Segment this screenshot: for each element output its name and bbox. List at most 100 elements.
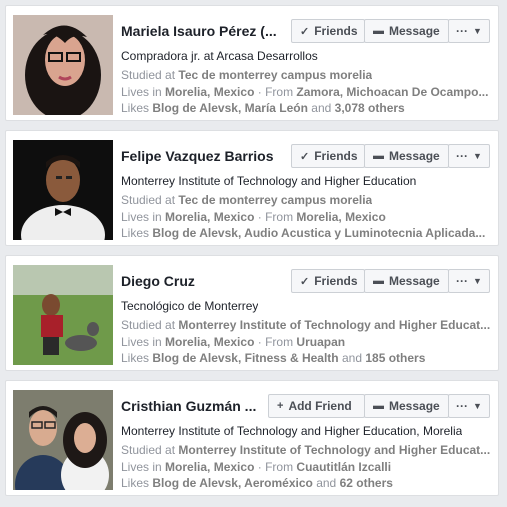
studied-prefix: Studied at [121,68,179,82]
likes-and: and [307,101,335,115]
message-icon: ▬ [373,25,384,37]
city-link[interactable]: Morelia, Mexico [165,335,254,349]
avatar[interactable] [13,15,113,115]
city-link[interactable]: Morelia, Mexico [165,460,254,474]
studied-prefix: Studied at [121,193,179,207]
school-link[interactable]: Monterrey Institute of Technology and Hi… [178,318,490,332]
lives-prefix: Lives in [121,335,166,349]
likes-pages[interactable]: Blog de Alevsk, Fitness & Health [152,351,338,365]
likes-prefix: Likes [121,476,153,490]
message-button[interactable]: ▬ Message [364,269,449,293]
work-line: Monterrey Institute of Technology and Hi… [121,174,417,188]
avatar[interactable] [13,390,113,490]
more-options-button[interactable]: ··· ▼ [448,19,490,43]
friends-button-label: Friends [314,24,358,38]
friend-card: Diego Cruz ✓ Friends ▬ Message ··· ▼ Tec… [5,255,499,371]
likes-prefix: Likes [121,351,153,365]
hometown-link[interactable]: Cuautitlán Izcalli [296,460,391,474]
more-dots-icon: ··· [456,149,469,163]
friend-name[interactable]: Diego Cruz [121,273,195,289]
lives-line: Lives in Morelia, Mexico · From Uruapan [121,334,345,350]
friends-button[interactable]: ✓ Friends [291,19,365,43]
more-dots-icon: ··· [456,24,469,38]
city-link[interactable]: Morelia, Mexico [165,85,254,99]
add-friend-button[interactable]: + Add Friend [268,394,365,418]
friends-button-label: Friends [314,274,358,288]
message-button[interactable]: ▬ Message [364,19,449,43]
add-friend-icon: + [277,400,284,412]
likes-line: Likes Blog de Alevsk, María León and 3,0… [121,100,405,116]
more-dots-icon: ··· [456,274,469,288]
lives-prefix: Lives in [121,460,166,474]
more-options-button[interactable]: ··· ▼ [448,269,490,293]
add-friend-button-label: Add Friend [288,399,352,413]
more-options-button[interactable]: ··· ▼ [448,394,490,418]
friend-name[interactable]: Felipe Vazquez Barrios [121,148,274,164]
friend-card: Felipe Vazquez Barrios ✓ Friends ▬ Messa… [5,130,499,246]
school-link[interactable]: Monterrey Institute of Technology and Hi… [178,443,490,457]
lives-line: Lives in Morelia, Mexico · From Cuautitl… [121,459,391,475]
friends-button[interactable]: ✓ Friends [291,269,365,293]
action-buttons: + Add Friend ▬ Message ··· ▼ [268,394,490,418]
likes-count[interactable]: 185 others [365,351,425,365]
message-button-label: Message [389,149,440,163]
friends-button-label: Friends [314,149,358,163]
message-button-label: Message [389,24,440,38]
friend-card: Mariela Isauro Pérez (... ✓ Friends ▬ Me… [5,5,499,121]
more-options-button[interactable]: ··· ▼ [448,144,490,168]
from-prefix: · From [254,460,297,474]
studied-line: Studied at Tec de monterrey campus morel… [121,192,372,208]
from-prefix: · From [254,335,297,349]
hometown-link[interactable]: Uruapan [296,335,345,349]
lives-line: Lives in Morelia, Mexico · From Zamora, … [121,84,488,100]
school-link[interactable]: Tec de monterrey campus morelia [178,68,372,82]
check-icon: ✓ [300,150,310,163]
likes-line: Likes Blog de Alevsk, Audio Acustica y L… [121,225,485,241]
message-button[interactable]: ▬ Message [364,394,449,418]
from-prefix: · From [254,210,297,224]
likes-line: Likes Blog de Alevsk, Aeroméxico and 62 … [121,475,393,491]
friends-button[interactable]: ✓ Friends [291,144,365,168]
studied-prefix: Studied at [121,318,179,332]
action-buttons: ✓ Friends ▬ Message ··· ▼ [291,269,490,293]
studied-line: Studied at Monterrey Institute of Techno… [121,442,490,458]
studied-prefix: Studied at [121,443,179,457]
hometown-link[interactable]: Zamora, Michoacan De Ocampo... [296,85,488,99]
message-icon: ▬ [373,275,384,287]
friend-name[interactable]: Mariela Isauro Pérez (... [121,23,277,39]
message-button-label: Message [389,399,440,413]
lives-prefix: Lives in [121,85,166,99]
likes-pages[interactable]: Blog de Alevsk, Audio Acustica y Luminot… [152,226,485,240]
likes-line: Likes Blog de Alevsk, Fitness & Health a… [121,350,425,366]
work-line: Tecnológico de Monterrey [121,299,259,313]
friend-name[interactable]: Cristhian Guzmán ... [121,398,256,414]
likes-count[interactable]: 62 others [340,476,393,490]
lives-line: Lives in Morelia, Mexico · From Morelia,… [121,209,386,225]
likes-pages[interactable]: Blog de Alevsk, María León [152,101,308,115]
message-button[interactable]: ▬ Message [364,144,449,168]
lives-prefix: Lives in [121,210,166,224]
avatar[interactable] [13,265,113,365]
studied-line: Studied at Tec de monterrey campus morel… [121,67,372,83]
likes-and: and [338,351,366,365]
school-link[interactable]: Tec de monterrey campus morelia [178,193,372,207]
chevron-down-icon: ▼ [473,276,482,286]
likes-count[interactable]: 3,078 others [335,101,405,115]
likes-pages[interactable]: Blog de Alevsk, Aeroméxico [152,476,313,490]
action-buttons: ✓ Friends ▬ Message ··· ▼ [291,144,490,168]
chevron-down-icon: ▼ [473,401,482,411]
work-line: Monterrey Institute of Technology and Hi… [121,424,463,438]
city-link[interactable]: Morelia, Mexico [165,210,254,224]
likes-prefix: Likes [121,226,153,240]
likes-and: and [312,476,340,490]
chevron-down-icon: ▼ [473,26,482,36]
action-buttons: ✓ Friends ▬ Message ··· ▼ [291,19,490,43]
more-dots-icon: ··· [456,399,469,413]
avatar[interactable] [13,140,113,240]
message-icon: ▬ [373,400,384,412]
check-icon: ✓ [300,275,310,288]
from-prefix: · From [254,85,297,99]
chevron-down-icon: ▼ [473,151,482,161]
studied-line: Studied at Monterrey Institute of Techno… [121,317,490,333]
hometown-link[interactable]: Morelia, Mexico [296,210,385,224]
